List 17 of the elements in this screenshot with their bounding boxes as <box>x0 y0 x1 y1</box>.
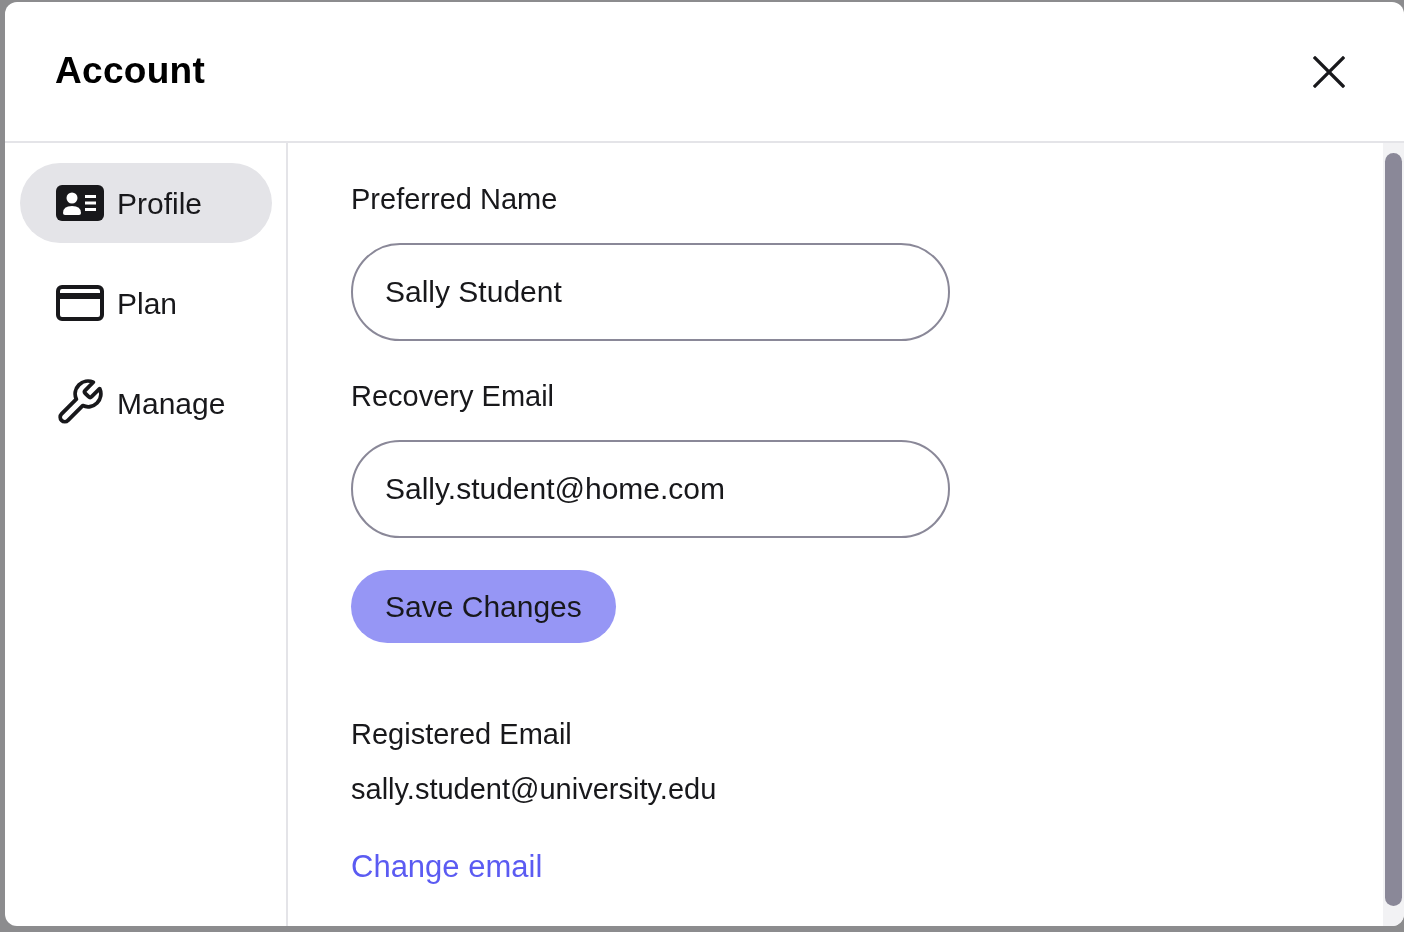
field-label: Registered Email <box>351 717 572 752</box>
scrollbar-thumb[interactable] <box>1385 153 1402 906</box>
email-text: sally.student@university.edu <box>351 772 717 807</box>
field-label: Preferred Name <box>351 182 558 217</box>
save-button[interactable]: Save Changes <box>351 570 616 643</box>
sidebar-tab[interactable]: Plan <box>20 263 272 343</box>
id-card-icon <box>56 185 104 221</box>
close-icon <box>1313 55 1345 88</box>
text-field[interactable]: Sally.student@home.com <box>351 440 950 538</box>
change-email-link[interactable]: Change email <box>351 849 543 885</box>
sidebar-tab[interactable]: Profile <box>20 163 272 243</box>
field-label: Recovery Email <box>351 379 555 414</box>
wrench-icon <box>56 379 104 427</box>
text-field[interactable]: Sally Student <box>351 243 950 341</box>
sidebar-tab[interactable]: Manage <box>20 363 272 443</box>
credit-card-icon <box>56 285 104 321</box>
dialog-title: Account <box>55 49 206 94</box>
